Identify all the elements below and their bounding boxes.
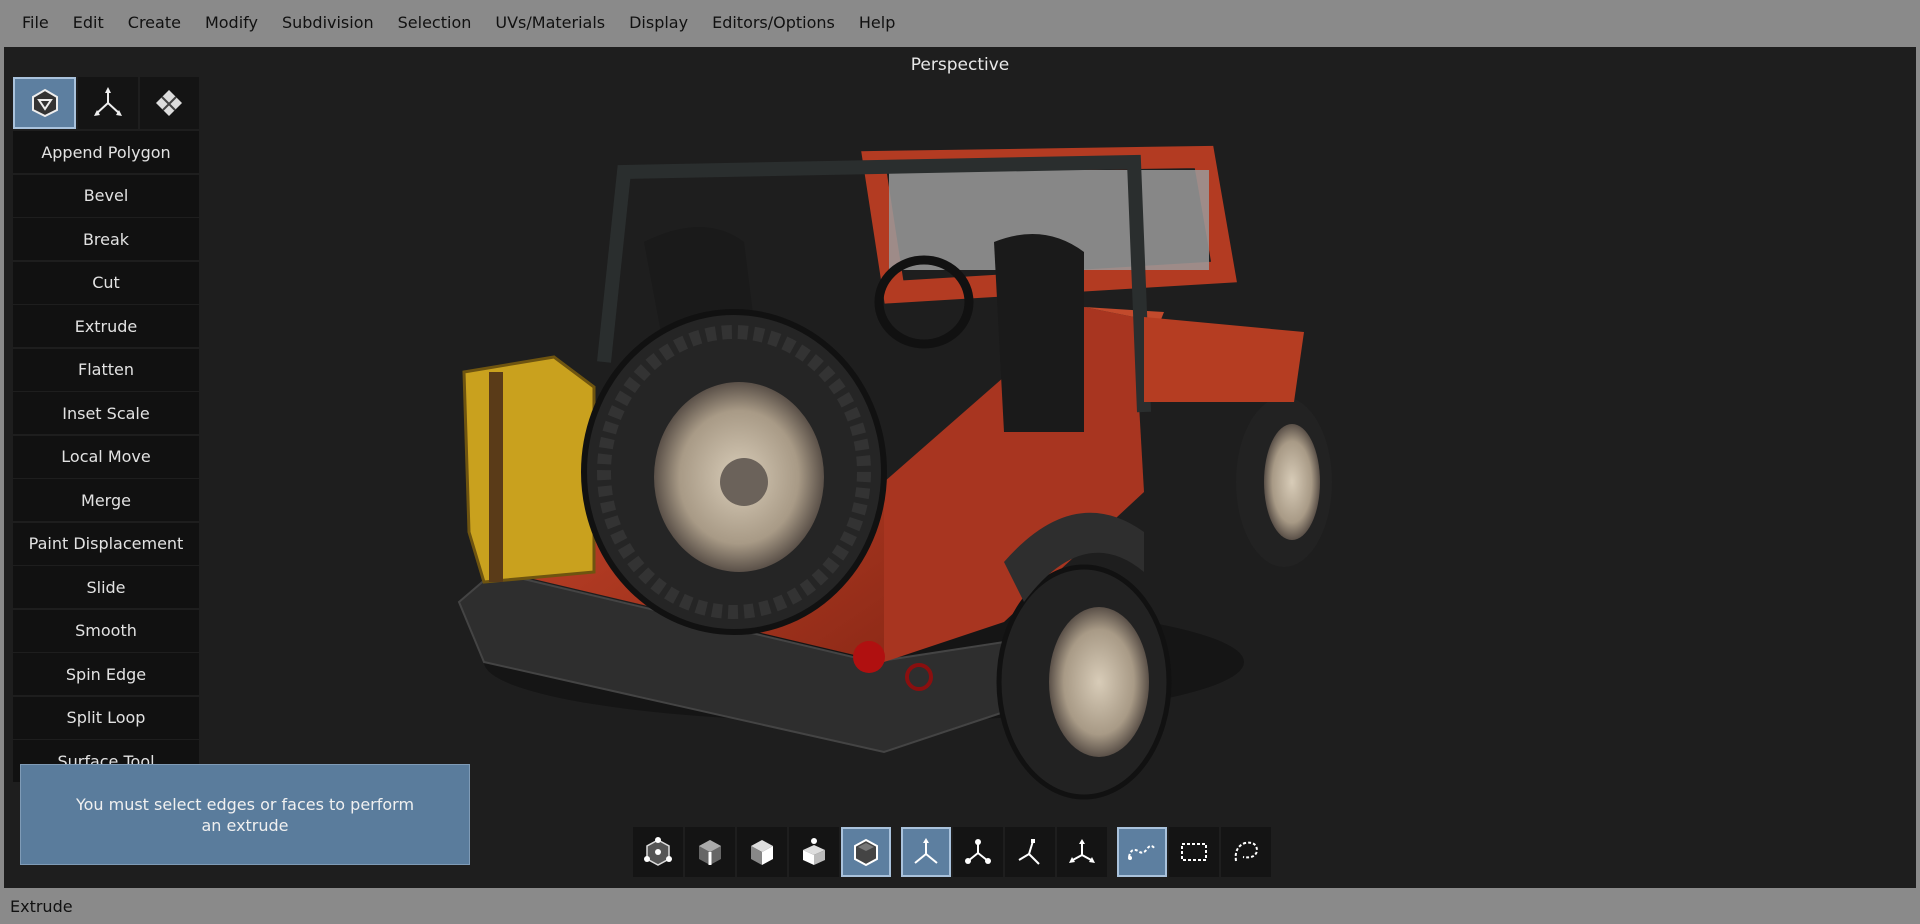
vertex-mode-icon[interactable] [633,827,683,877]
perspective-viewport[interactable]: Perspective Append Polygon Bevel Break C… [4,47,1916,888]
tool-list: Append Polygon Bevel Break Cut Extrude F… [13,131,199,817]
tool-break[interactable]: Break [13,218,199,260]
tool-slide[interactable]: Slide [13,566,199,608]
tool-paint-displacement[interactable]: Paint Displacement [13,522,199,565]
object-axis-icon[interactable] [953,827,1003,877]
tool-spin-edge[interactable]: Spin Edge [13,653,199,695]
mode-tabs [13,77,199,129]
menu-display[interactable]: Display [617,0,700,46]
tool-flatten[interactable]: Flatten [13,348,199,391]
menu-editors-options[interactable]: Editors/Options [700,0,847,46]
selection-mode-group [1117,827,1271,879]
warning-message: You must select edges or faces to perfor… [20,764,470,865]
status-text: Extrude [10,897,73,916]
marquee-select-icon[interactable] [1169,827,1219,877]
component-mode-group [633,827,891,879]
bottom-toolbar [633,827,1281,879]
tool-smooth[interactable]: Smooth [13,609,199,652]
warning-message-text: You must select edges or faces to perfor… [75,794,415,835]
tool-merge[interactable]: Merge [13,479,199,521]
menu-edit[interactable]: Edit [61,0,116,46]
menu-selection[interactable]: Selection [386,0,484,46]
tool-split-loop[interactable]: Split Loop [13,696,199,739]
uv-diamond-icon[interactable] [139,77,199,129]
menu-create[interactable]: Create [116,0,193,46]
transform-mode-group [901,827,1107,879]
lasso-select-icon[interactable] [1221,827,1271,877]
jeep-3d-model[interactable] [444,102,1344,822]
menu-uvs-materials[interactable]: UVs/Materials [483,0,617,46]
menu-subdivision[interactable]: Subdivision [270,0,386,46]
menu-bar: File Edit Create Modify Subdivision Sele… [0,0,1920,46]
uv-mode-icon[interactable] [789,827,839,877]
tool-local-move[interactable]: Local Move [13,435,199,478]
polygon-cube-icon[interactable] [13,77,77,129]
menu-file[interactable]: File [10,0,61,46]
status-bar: Extrude [0,890,1920,924]
lasso-paint-icon[interactable] [1117,827,1167,877]
tool-inset-scale[interactable]: Inset Scale [13,392,199,434]
object-mode-icon[interactable] [841,827,891,877]
axis-transform-icon[interactable] [78,77,138,129]
local-axis-icon[interactable] [1005,827,1055,877]
tool-bevel[interactable]: Bevel [13,174,199,217]
tool-cut[interactable]: Cut [13,261,199,304]
tool-extrude[interactable]: Extrude [13,305,199,347]
edge-mode-icon[interactable] [685,827,735,877]
viewport-title: Perspective [910,55,1010,75]
component-axis-icon[interactable] [1057,827,1107,877]
face-mode-icon[interactable] [737,827,787,877]
world-axis-icon[interactable] [901,827,951,877]
tool-append-polygon[interactable]: Append Polygon [13,131,199,173]
menu-help[interactable]: Help [847,0,907,46]
menu-modify[interactable]: Modify [193,0,270,46]
